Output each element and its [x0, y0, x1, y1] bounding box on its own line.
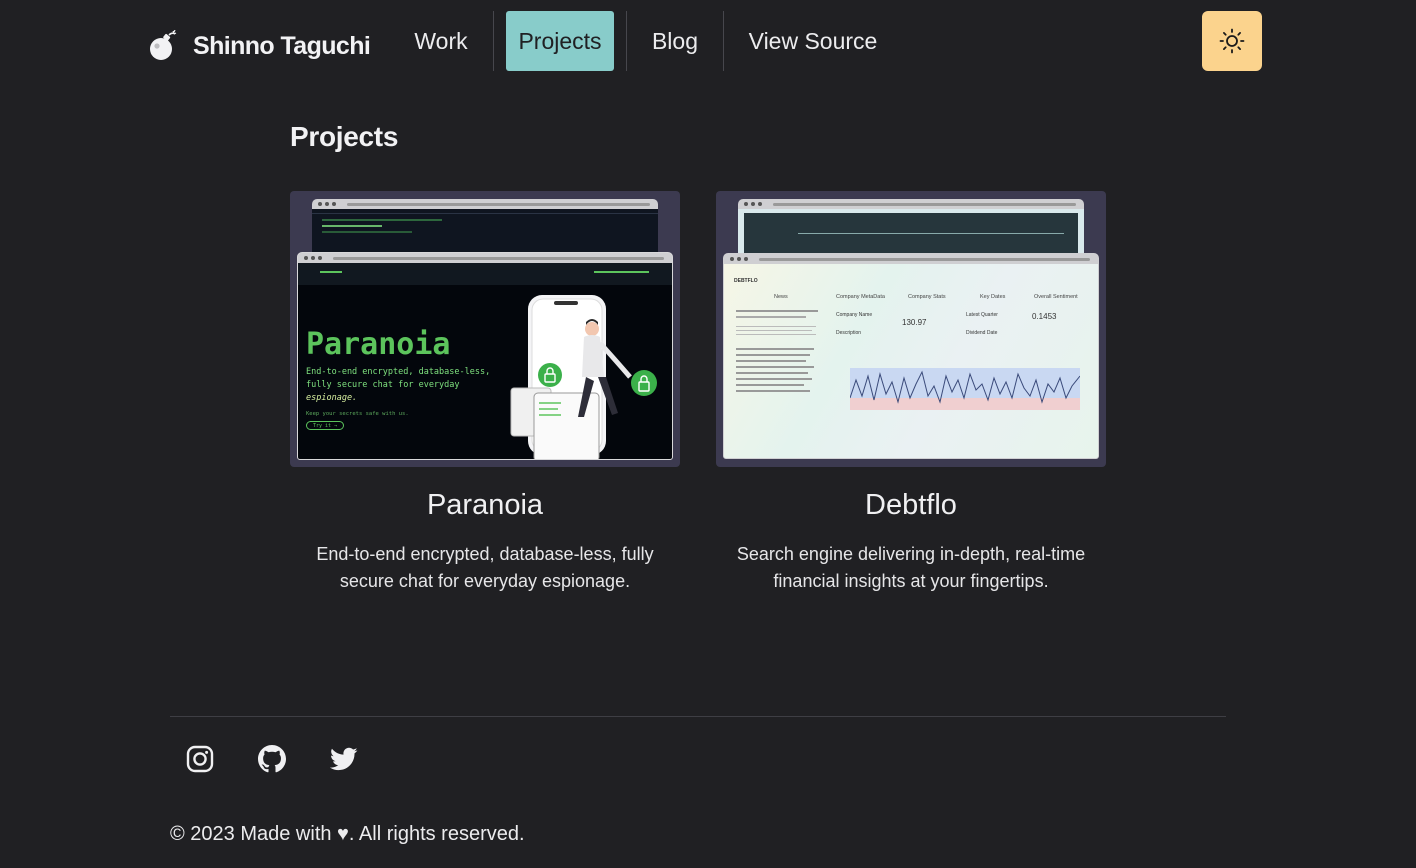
page-title: Projects: [290, 121, 399, 152]
debtflo-column-header: Key Dates: [980, 294, 1006, 300]
github-icon: [258, 745, 286, 773]
project-title: Paranoia: [426, 489, 544, 521]
paranoia-line: fully secure chat for everyday: [306, 380, 460, 390]
logo-text: Shinno Taguchi: [193, 31, 371, 60]
project-description: Search engine delivering in-depth, real-…: [736, 544, 1086, 591]
project-thumbnail: DEBTFLO News Company MetaData Company St…: [716, 191, 1106, 467]
project-title: Debtflo: [865, 489, 957, 521]
nav-projects[interactable]: Projects: [506, 11, 614, 71]
browser-mockup-front: DEBTFLO News Company MetaData Company St…: [723, 253, 1099, 459]
nav-work[interactable]: Work: [401, 11, 481, 71]
debtflo-column-header: Company MetaData: [836, 294, 885, 300]
browser-mockup-front: Paranoia End-to-end encrypted, database-…: [297, 252, 673, 460]
project-card-paranoia[interactable]: Paranoia End-to-end encrypted, database-…: [290, 191, 680, 595]
debtflo-stat-value: 130.97: [902, 318, 927, 327]
logo-link[interactable]: Shinno Taguchi: [148, 30, 371, 62]
debtflo-dividend-label: Dividend Date: [966, 330, 998, 336]
instagram-link[interactable]: [183, 742, 217, 776]
project-card-debtflo[interactable]: DEBTFLO News Company MetaData Company St…: [716, 191, 1106, 595]
paranoia-line: End-to-end encrypted, database-less,: [306, 367, 491, 377]
nav-blog[interactable]: Blog: [639, 11, 711, 71]
debtflo-company-label: Company Name: [836, 312, 873, 318]
debtflo-column-header: Company Stats: [908, 294, 946, 300]
bomb-icon: [150, 30, 177, 60]
nav-divider: [493, 11, 494, 71]
instagram-icon: [186, 745, 214, 773]
project-description: End-to-end encrypted, database-less, ful…: [316, 544, 654, 591]
theme-toggle-button[interactable]: [1202, 11, 1262, 71]
paranoia-small-text: Keep your secrets safe with us.: [306, 411, 409, 417]
nav-divider: [626, 11, 627, 71]
project-thumbnail: Paranoia End-to-end encrypted, database-…: [290, 191, 680, 467]
debtflo-column-header: News: [774, 294, 788, 300]
nav-divider: [723, 11, 724, 71]
twitter-link[interactable]: [327, 742, 361, 776]
twitter-icon: [330, 747, 358, 771]
github-link[interactable]: [255, 742, 289, 776]
paranoia-heading: Paranoia: [306, 327, 451, 362]
debtflo-description-label: Description: [836, 330, 862, 336]
paranoia-line: espionage.: [306, 393, 358, 403]
main-nav: Work Projects Blog View Source: [401, 11, 890, 71]
debtflo-key-date-label: Latest Quarter: [966, 312, 998, 318]
sun-icon: [1219, 28, 1245, 54]
paranoia-try-button: Try it →: [306, 421, 344, 430]
debtflo-sentiment-value: 0.1453: [1032, 312, 1057, 321]
nav-view-source[interactable]: View Source: [736, 11, 890, 71]
copyright-text: © 2023 Made with ♥. All rights reserved.: [170, 823, 525, 845]
site-header: Shinno Taguchi Work Projects Blog View S…: [0, 0, 1416, 84]
debtflo-brand: DEBTFLO: [734, 278, 758, 284]
footer-divider: [170, 716, 1226, 717]
phone-illustration: [510, 295, 657, 459]
debtflo-column-header: Overall Sentiment: [1034, 294, 1078, 300]
debtflo-line-chart: [850, 368, 1080, 410]
